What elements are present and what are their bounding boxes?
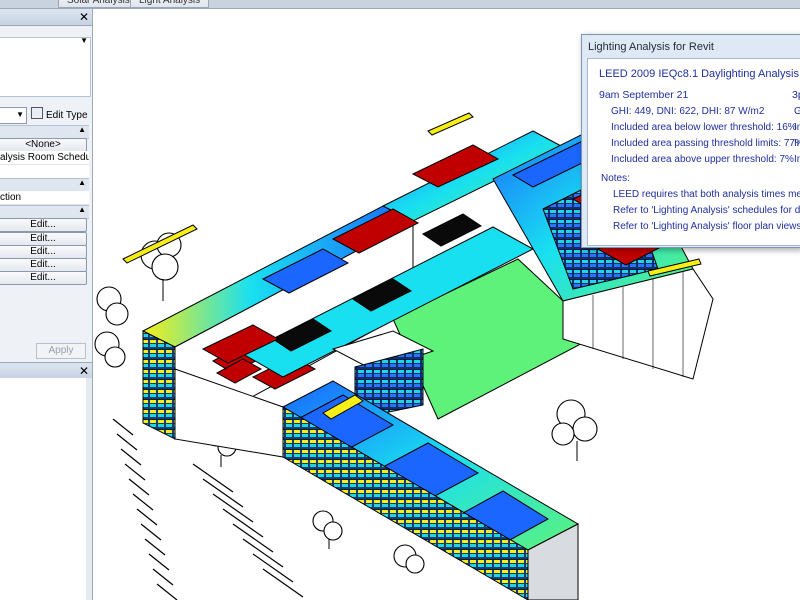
results-heading: LEED 2009 IEQc8.1 Daylighting Analysis R… xyxy=(599,68,800,80)
none-button[interactable]: <None> xyxy=(0,138,87,152)
view-tab-bar: Solar Analysis Light Analysis xyxy=(0,0,800,9)
property-group-header[interactable]: ▲ xyxy=(0,125,89,139)
area-above-threshold: Included area above upper threshold: 7% xyxy=(611,154,794,165)
dropdown-arrow-icon[interactable]: ▼ xyxy=(80,36,88,45)
area-passing-threshold-3pm: In xyxy=(794,138,800,149)
area-below-threshold-3pm: In xyxy=(794,122,800,133)
close-icon[interactable]: ✕ xyxy=(79,10,89,24)
note-line: Refer to 'Lighting Analysis' floor plan … xyxy=(613,221,800,232)
area-below-threshold: Included area below lower threshold: 16% xyxy=(611,122,797,133)
properties-panel: ✕ ▼ ▼ Edit Type ▲ <None> alysis Room Sch… xyxy=(0,9,93,600)
lighting-analysis-dialog[interactable]: Lighting Analysis for Revit LEED 2009 IE… xyxy=(581,34,800,248)
area-passing-threshold: Included area passing threshold limits: … xyxy=(611,138,800,149)
dialog-title: Lighting Analysis for Revit xyxy=(588,41,714,53)
irradiance-values-3pm: G xyxy=(794,106,800,117)
edit-type-label: Edit Type xyxy=(46,110,88,121)
time-label-9am: 9am September 21 xyxy=(599,89,689,101)
tab-solar-analysis[interactable]: Solar Analysis xyxy=(58,0,139,8)
results-panel: LEED 2009 IEQc8.1 Daylighting Analysis R… xyxy=(587,58,800,246)
vertical-scrollbar[interactable] xyxy=(86,378,92,600)
section-field[interactable]: ction xyxy=(0,191,89,205)
notes-label: Notes: xyxy=(601,173,630,184)
edit-button[interactable]: Edit... xyxy=(0,218,87,232)
area-above-threshold-3pm: In xyxy=(794,154,800,165)
edit-button[interactable]: Edit... xyxy=(0,271,87,285)
project-browser-title-bar: ✕ xyxy=(0,362,92,379)
collapse-icon: ▲ xyxy=(78,205,86,214)
empty-field[interactable] xyxy=(0,165,89,179)
close-icon[interactable]: ✕ xyxy=(79,364,89,378)
project-browser-tree[interactable] xyxy=(0,378,87,600)
edit-button[interactable]: Edit... xyxy=(0,232,87,246)
edit-type-icon xyxy=(31,107,43,119)
tab-light-analysis[interactable]: Light Analysis xyxy=(130,0,210,8)
type-selector-preview[interactable] xyxy=(0,37,91,97)
property-group-header[interactable]: ▲ xyxy=(0,178,89,192)
edit-button[interactable]: Edit... xyxy=(0,245,87,259)
chevron-down-icon: ▼ xyxy=(16,110,24,119)
collapse-icon: ▲ xyxy=(78,125,86,134)
edit-button[interactable]: Edit... xyxy=(0,258,87,272)
apply-button[interactable]: Apply xyxy=(36,343,86,359)
collapse-icon: ▲ xyxy=(78,178,86,187)
property-group-header[interactable]: ▲ xyxy=(0,205,89,219)
edit-type-button[interactable]: Edit Type xyxy=(31,107,88,122)
irradiance-values: GHI: 449, DNI: 622, DHI: 87 W/m2 xyxy=(611,106,765,117)
note-line: LEED requires that both analysis times m… xyxy=(613,189,800,200)
type-filter-dropdown[interactable]: ▼ xyxy=(0,107,27,124)
properties-title-bar: ✕ xyxy=(0,9,92,26)
room-schedule-field[interactable]: alysis Room Schedule xyxy=(0,151,89,165)
note-line: Refer to 'Lighting Analysis' schedules f… xyxy=(613,205,800,216)
time-label-3pm: 3pm xyxy=(792,89,800,101)
